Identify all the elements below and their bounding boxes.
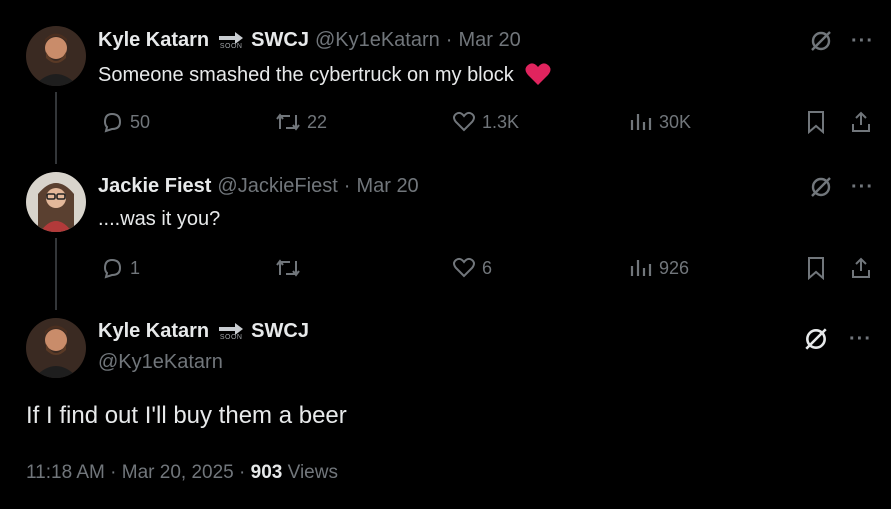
reply-icon	[103, 258, 122, 279]
heart-emoji	[525, 63, 551, 85]
tweet-full-date[interactable]: Mar 20, 2025	[122, 462, 234, 483]
share-icon[interactable]	[849, 110, 873, 134]
grok-icon[interactable]	[809, 175, 833, 199]
more-icon[interactable]: ···	[851, 177, 874, 197]
views-button[interactable]: 30K	[629, 110, 691, 134]
share-icon[interactable]	[849, 256, 873, 280]
avatar[interactable]	[26, 318, 86, 378]
soon-badge: SOON	[217, 31, 245, 50]
repost-icon	[276, 113, 300, 131]
like-count: 1.3K	[482, 111, 520, 132]
views-icon	[630, 114, 652, 130]
author-suffix: SWCJ	[251, 320, 309, 342]
reply-icon	[103, 112, 122, 133]
reply-button[interactable]: 50	[100, 110, 150, 134]
views-count: 30K	[659, 111, 692, 132]
tweet-header: Kyle Katarn SOON SWCJ	[98, 320, 309, 343]
like-icon	[453, 111, 475, 132]
like-count: 6	[482, 257, 493, 278]
separator: ·	[110, 462, 117, 483]
like-button[interactable]: 6	[452, 256, 492, 280]
tweet-date[interactable]: Mar 20	[458, 29, 520, 52]
more-icon[interactable]: ···	[849, 329, 872, 349]
repost-count: 22	[307, 111, 328, 132]
repost-button[interactable]: 22	[275, 110, 327, 134]
grok-icon[interactable]	[803, 326, 829, 352]
author-handle[interactable]: @Ky1eKatarn	[315, 29, 440, 52]
tweet-top-actions: ···	[809, 29, 874, 53]
soon-badge: SOON	[217, 322, 245, 341]
separator: ·	[445, 29, 453, 51]
tweet-top-actions: ···	[803, 326, 872, 352]
repost-icon	[276, 259, 300, 277]
tweet-header: Kyle Katarn SOON SWCJ @Ky1eKatarn · Mar …	[98, 29, 521, 52]
author-name[interactable]: Kyle Katarn	[98, 320, 209, 343]
tweet-time[interactable]: 11:18 AM	[26, 462, 105, 483]
views-button[interactable]: 926	[629, 256, 689, 280]
views-icon	[630, 260, 652, 276]
views-label: Views	[287, 462, 338, 483]
grok-icon[interactable]	[809, 29, 833, 53]
bookmark-icon[interactable]	[805, 110, 827, 134]
tweet-header: Jackie Fiest @JackieFiest · Mar 20	[98, 175, 419, 198]
separator: ·	[343, 175, 351, 197]
like-icon	[453, 257, 475, 278]
author-name[interactable]: Kyle Katarn	[98, 29, 209, 52]
author-suffix: SWCJ	[251, 29, 309, 51]
author-handle[interactable]: @JackieFiest	[217, 175, 337, 198]
reply-button[interactable]: 1	[100, 256, 140, 280]
tweet-top-actions: ···	[809, 175, 874, 199]
more-icon[interactable]: ···	[851, 31, 874, 51]
tweet-date[interactable]: Mar 20	[356, 175, 418, 198]
author-name[interactable]: Jackie Fiest	[98, 175, 211, 198]
separator: ·	[239, 462, 246, 483]
tweet-text: ....was it you?	[98, 208, 221, 230]
main-tweet-text: If I find out I'll buy them a beer	[26, 402, 347, 429]
thread-tweet[interactable]: Kyle Katarn SOON SWCJ @Ky1eKatarn · Mar …	[0, 0, 891, 160]
views-count: 926	[659, 257, 690, 278]
author-handle[interactable]: @Ky1eKatarn	[98, 351, 223, 374]
bookmark-icon[interactable]	[805, 256, 827, 280]
thread-tweet[interactable]: Jackie Fiest @JackieFiest · Mar 20 ....w…	[0, 160, 891, 310]
tweet-text: Someone smashed the cybertruck on my blo…	[98, 64, 514, 86]
avatar[interactable]	[26, 26, 86, 86]
tweet-text-row: Someone smashed the cybertruck on my blo…	[98, 62, 551, 87]
avatar[interactable]	[26, 172, 86, 232]
like-button[interactable]: 1.3K	[452, 110, 519, 134]
tweet-meta: 11:18 AM · Mar 20, 2025 · 903 Views	[26, 462, 338, 484]
views-total: 903	[250, 462, 283, 483]
reply-count: 1	[130, 257, 141, 278]
repost-button[interactable]	[275, 256, 307, 280]
reply-count: 50	[130, 111, 151, 132]
